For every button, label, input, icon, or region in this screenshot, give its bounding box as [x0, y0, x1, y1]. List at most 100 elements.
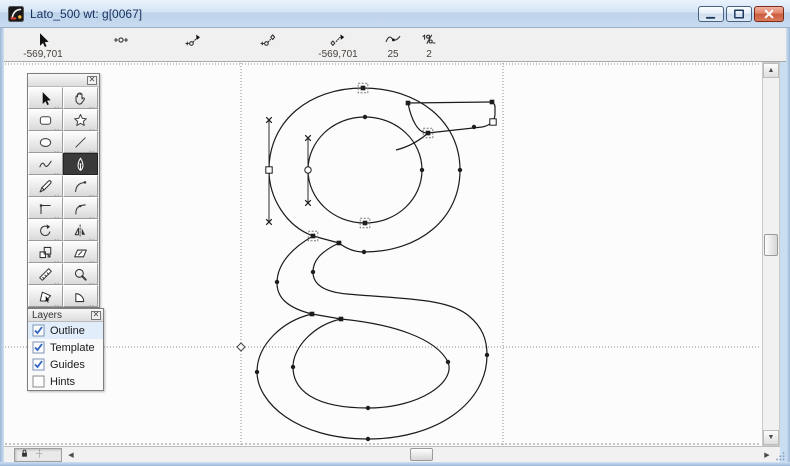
layer-checkbox[interactable]: [32, 324, 45, 337]
glyph-contour[interactable]: [311, 313, 342, 320]
layer-row-template[interactable]: Template: [28, 339, 103, 356]
glyph-point[interactable]: [405, 100, 411, 106]
tangent-icon: [75, 203, 86, 214]
tool-rect[interactable]: [28, 109, 63, 132]
layer-label[interactable]: Outline: [50, 325, 85, 337]
layer-label[interactable]: Hints: [50, 376, 75, 388]
skew-icon: [74, 249, 87, 257]
glyph-contour[interactable]: [292, 318, 450, 409]
glyph-contour[interactable]: [307, 116, 423, 224]
tool-knife[interactable]: [28, 175, 63, 198]
layer-checkbox[interactable]: [32, 375, 45, 388]
glyph-point[interactable]: [445, 359, 451, 365]
layer-row-guides[interactable]: Guides: [28, 356, 103, 373]
point-icon: [113, 36, 129, 43]
corner-icon: [39, 203, 51, 214]
glyph-contour[interactable]: [407, 101, 496, 134]
line-icon: [75, 136, 86, 148]
tool-flip[interactable]: [63, 219, 98, 242]
glyph-point[interactable]: [419, 167, 425, 173]
glyph-point[interactable]: [457, 167, 463, 173]
minimize-icon: [705, 16, 715, 19]
horizontal-scroll-thumb[interactable]: [410, 448, 433, 461]
glyph-point[interactable]: [489, 99, 495, 105]
tool-pen[interactable]: [63, 153, 98, 176]
tool-polygon[interactable]: [28, 285, 63, 308]
glyph-point[interactable]: [365, 405, 371, 411]
glyph-contour[interactable]: [312, 235, 340, 244]
glyph-point[interactable]: [361, 249, 367, 255]
glyph-point[interactable]: [365, 436, 371, 442]
tool-tangent[interactable]: [63, 197, 98, 220]
tool-corner[interactable]: [28, 197, 63, 220]
tool-pointer[interactable]: [28, 87, 63, 110]
glyph-contour[interactable]: [256, 242, 488, 440]
tool-arc[interactable]: [63, 285, 98, 308]
glyph-point[interactable]: [310, 233, 316, 239]
layer-row-hints[interactable]: Hints: [28, 373, 103, 390]
tool-line[interactable]: [63, 131, 98, 154]
glyph-point[interactable]: [338, 316, 344, 322]
titlebar[interactable]: Lato_500 wt: g[0067]: [0, 0, 790, 28]
tool-rotate[interactable]: [28, 219, 63, 242]
glyph-point[interactable]: [304, 166, 312, 174]
glyph-svg[interactable]: [4, 62, 762, 446]
scroll-up-button[interactable]: ▲: [763, 63, 779, 78]
window-border-right: [786, 28, 790, 466]
layer-label[interactable]: Template: [50, 342, 95, 354]
glyph-point[interactable]: [274, 279, 280, 285]
vertical-scrollbar[interactable]: ▲ ▼: [762, 62, 780, 446]
glyph-point[interactable]: [425, 130, 431, 136]
layer-label[interactable]: Guides: [50, 359, 85, 371]
glyph-point[interactable]: [310, 269, 316, 275]
close-button[interactable]: [754, 6, 784, 22]
window-border-left: [0, 28, 4, 466]
layers-palette-title: Layers: [32, 309, 63, 321]
move-icon: [35, 448, 44, 459]
glyph-point[interactable]: [360, 85, 366, 91]
tool-hand[interactable]: [63, 87, 98, 110]
glyph-point[interactable]: [336, 240, 342, 246]
tool-skew[interactable]: [63, 241, 98, 264]
tool-palette-titlebar[interactable]: ✕: [28, 74, 99, 87]
tool-curve[interactable]: [63, 175, 98, 198]
glyph-point[interactable]: [290, 364, 296, 370]
layer-checkbox[interactable]: [32, 341, 45, 354]
scroll-down-button[interactable]: ▼: [763, 430, 779, 445]
glyph-contour[interactable]: [276, 235, 314, 315]
layers-palette-close-icon[interactable]: ✕: [91, 310, 101, 320]
cursor-arrow-icon: [40, 32, 49, 47]
glyph-contour[interactable]: [395, 132, 429, 151]
minimize-button[interactable]: [698, 6, 724, 22]
layers-palette-titlebar[interactable]: Layers ✕: [28, 309, 103, 322]
scroll-right-button[interactable]: ▶: [760, 448, 774, 462]
tool-magnify[interactable]: [63, 263, 98, 286]
scroll-left-button[interactable]: ◀: [64, 448, 78, 462]
tool-scale[interactable]: [28, 241, 63, 264]
resize-grip[interactable]: [775, 451, 788, 464]
maximize-button[interactable]: [726, 6, 752, 22]
lock-panel[interactable]: [14, 448, 62, 462]
glyph-point[interactable]: [362, 114, 368, 120]
glyph-point[interactable]: [484, 352, 490, 358]
vertical-scroll-thumb[interactable]: [764, 234, 778, 256]
glyph-point[interactable]: [489, 118, 497, 126]
close-icon: [764, 9, 773, 18]
glyph-canvas[interactable]: [4, 62, 762, 446]
tool-ruler[interactable]: [28, 263, 63, 286]
glyph-point[interactable]: [362, 220, 368, 226]
glyph-point[interactable]: [309, 311, 315, 317]
glyph-point[interactable]: [254, 369, 260, 375]
glyph-point[interactable]: [471, 124, 477, 130]
horizontal-scrollbar[interactable]: ◀ ▶: [4, 446, 780, 462]
glyph-point[interactable]: [265, 166, 273, 174]
tool-palette-close-icon[interactable]: ✕: [87, 75, 97, 85]
layer-row-outline[interactable]: Outline: [28, 322, 103, 339]
baseline-marker[interactable]: [236, 342, 246, 352]
window-title: Lato_500 wt: g[0067]: [30, 7, 143, 21]
layer-checkbox[interactable]: [32, 358, 45, 371]
tool-ellipse[interactable]: [28, 131, 63, 154]
tool-star[interactable]: [63, 109, 98, 132]
magnify-icon: [74, 268, 87, 281]
tool-freehand[interactable]: [28, 153, 63, 176]
